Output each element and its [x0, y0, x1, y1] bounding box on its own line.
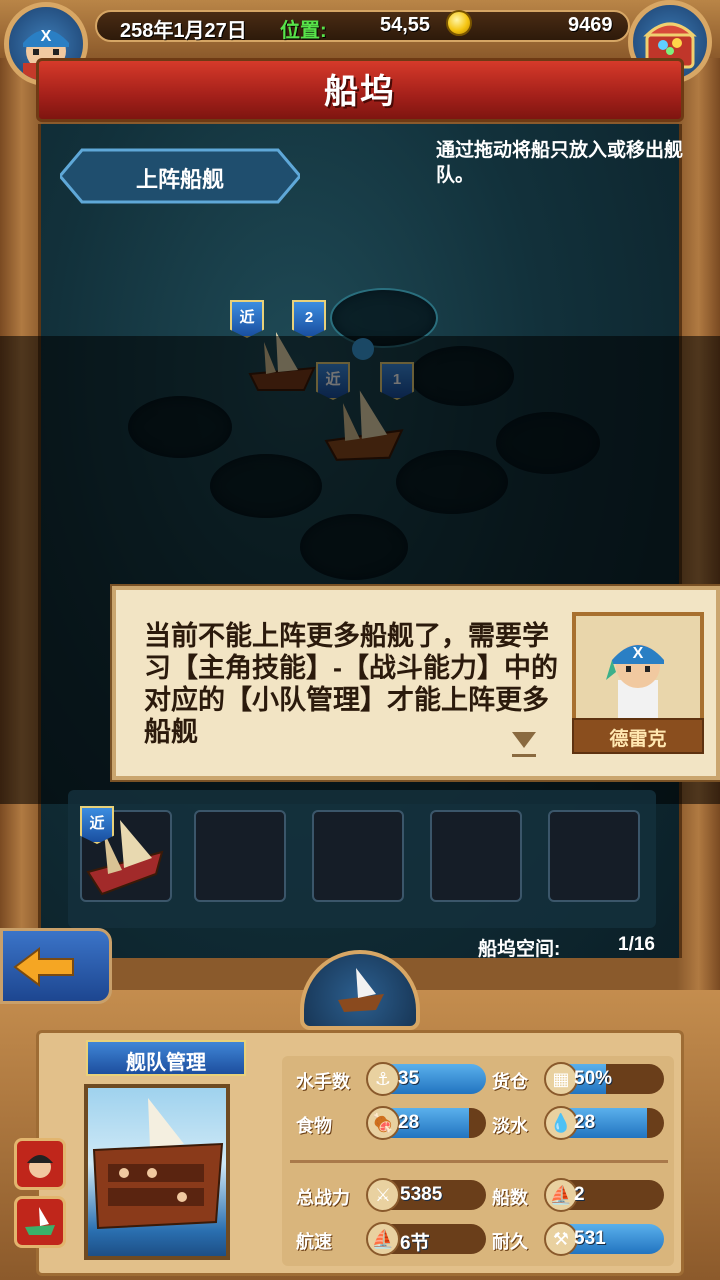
tab-lineup-ships[interactable]: 上阵船舰 — [60, 162, 300, 194]
captain-icon — [27, 1155, 53, 1178]
fleet-slot[interactable] — [312, 810, 404, 902]
stat-food-label: 食物 — [296, 1116, 332, 1136]
meat-icon: 🍖 — [366, 1106, 400, 1140]
fleet-management-title: 舰队管理 — [126, 1052, 206, 1074]
drake-portrait-icon: X — [606, 644, 664, 720]
stat-cargo-label: 货仓 — [492, 1072, 528, 1092]
water-bottle-icon: 💧 — [544, 1106, 578, 1140]
stat-durability-value: 531 — [574, 1228, 606, 1249]
cargo-crate-icon: ▦ — [544, 1062, 578, 1096]
stat-durability-label: 耐久 — [492, 1232, 528, 1252]
ship-emblem-icon — [338, 968, 384, 1012]
game-date: 258年1月27日 — [120, 20, 247, 42]
fleet-slot[interactable] — [548, 810, 640, 902]
sail-speed-icon: ⛵ — [366, 1222, 400, 1256]
stat-sailors-value: 35 — [398, 1068, 420, 1089]
stat-speed-value: 6节 — [400, 1233, 430, 1254]
stat-ship-count-value: 2 — [574, 1184, 585, 1205]
dock-space-label: 船坞空间: — [478, 939, 561, 960]
ship-button-icon — [25, 1207, 55, 1235]
captain-button[interactable] — [14, 1138, 66, 1190]
fleet-slot[interactable] — [194, 810, 286, 902]
continue-arrow-underline — [512, 754, 536, 757]
speaker-name: 德雷克 — [609, 729, 667, 750]
stat-speed-label: 航速 — [296, 1232, 332, 1252]
ship-button[interactable] — [14, 1196, 66, 1248]
gold-amount: 9469 — [568, 14, 613, 36]
stat-food-value: 28 — [398, 1112, 420, 1133]
stat-cargo-value: 50% — [574, 1068, 613, 1089]
stats-divider — [290, 1160, 668, 1163]
stat-water-value: 28 — [574, 1112, 596, 1133]
fleet-slot[interactable] — [430, 810, 522, 902]
continue-arrow-icon — [512, 732, 536, 748]
position-label: 位置: — [280, 20, 327, 42]
sailor-icon: ⚓ — [366, 1062, 400, 1096]
flagship-cutaway-icon — [92, 1098, 224, 1230]
crossed-swords-icon: ⚔ — [366, 1178, 400, 1212]
stat-sailors-label: 水手数 — [296, 1072, 350, 1092]
position-value: 54,55 — [380, 14, 431, 36]
back-arrow-icon — [13, 947, 74, 987]
back-button[interactable] — [0, 928, 112, 1004]
fleet-emblem — [300, 950, 420, 1030]
stat-ship-count-label: 船数 — [492, 1188, 528, 1208]
dock-space-value: 1/16 — [618, 934, 655, 955]
stat-power-value: 5385 — [400, 1184, 443, 1205]
svg-text:X: X — [633, 645, 644, 662]
ship-count-icon: ⛵ — [544, 1178, 578, 1212]
stat-water-label: 淡水 — [492, 1116, 528, 1136]
hint-text: 通过拖动将船只放入或移出舰队。 — [436, 140, 684, 186]
svg-text:X: X — [41, 28, 52, 45]
hull-durability-icon: ⚒ — [544, 1222, 578, 1256]
dialog-message: 当前不能上阵更多船舰了，需要学习【主角技能】-【战斗能力】中的对应的【小队管理】… — [144, 621, 558, 747]
page-title: 船坞 — [324, 73, 396, 111]
stat-power-label: 总战力 — [296, 1188, 350, 1208]
gold-coin-icon — [446, 10, 472, 36]
flagship-image[interactable] — [84, 1084, 230, 1260]
